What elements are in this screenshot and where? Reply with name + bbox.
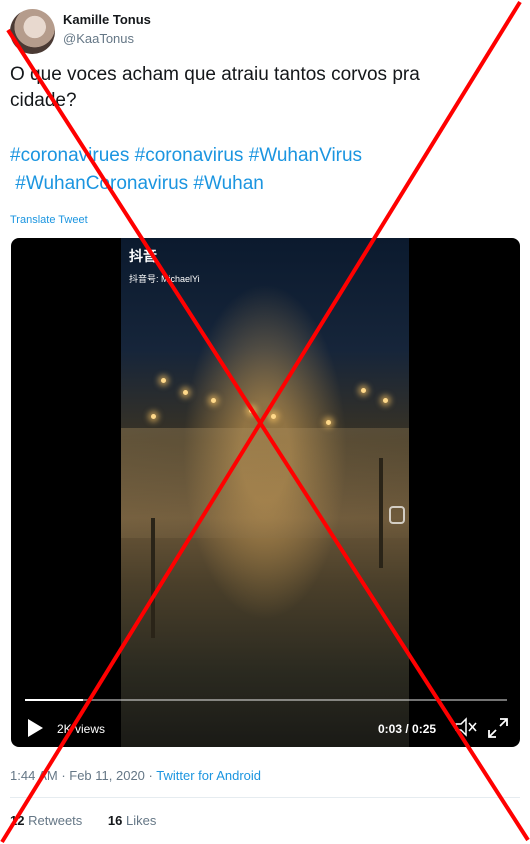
meta-separator: · (144, 768, 157, 783)
user-name[interactable]: Kamille Tonus (63, 12, 151, 27)
retweets-count: 12 (10, 813, 25, 828)
video-player[interactable]: 抖音 抖音号: MichaelYi 2K views 0:03 / 0:25 (11, 238, 520, 747)
tweet-stats: 12 Retweets 16 Likes (10, 813, 178, 828)
volume-muted-icon[interactable] (455, 717, 477, 737)
tiktok-logo: 抖音 (129, 248, 157, 264)
street-light (326, 420, 331, 425)
street-light (211, 398, 216, 403)
progress-fill (25, 699, 83, 701)
road-scene (121, 428, 409, 538)
street-light (161, 378, 166, 383)
play-icon[interactable] (25, 718, 45, 738)
tweet-source-link[interactable]: Twitter for Android (156, 768, 261, 783)
tiktok-id: 抖音号: MichaelYi (129, 274, 200, 284)
hashtag-list: #coronavirues #coronavirus #WuhanVirus #… (10, 142, 490, 198)
tree (379, 458, 383, 568)
tweet-meta: 1:44 AM · Feb 11, 2020 · Twitter for And… (10, 768, 261, 783)
street-light (151, 414, 156, 419)
progress-bar[interactable] (25, 699, 507, 701)
tiktok-watermark-icon (389, 506, 405, 524)
street-light (271, 414, 276, 419)
translate-tweet-link[interactable]: Translate Tweet (10, 214, 88, 226)
hashtag-link[interactable]: #coronavirues (10, 145, 129, 166)
street-light (383, 398, 388, 403)
hashtag-link[interactable]: #WuhanCoronavirus (15, 173, 188, 194)
view-count: 2K views (57, 722, 106, 736)
likes-count: 16 (107, 813, 123, 828)
user-handle[interactable]: @KaaTonus (63, 31, 134, 46)
video-frame: 抖音 抖音号: MichaelYi (121, 238, 409, 747)
street-light (361, 388, 366, 393)
divider (10, 797, 520, 798)
tree (151, 518, 155, 638)
hashtag-link[interactable]: #Wuhan (193, 173, 263, 194)
avatar[interactable] (10, 9, 55, 54)
street-light (183, 390, 188, 395)
hashtag-link[interactable]: #coronavirus (135, 145, 244, 166)
video-time: 0:03 / 0:25 (378, 722, 437, 736)
tweet-text: O que voces acham que atraiu tantos corv… (10, 64, 420, 111)
tweet-time[interactable]: 1:44 AM (10, 768, 58, 783)
likes-label: Likes (126, 813, 157, 828)
street-light (249, 408, 254, 413)
retweets-label: Retweets (28, 813, 83, 828)
meta-separator: · (57, 768, 70, 783)
tweet-date[interactable]: Feb 11, 2020 (69, 768, 145, 783)
hashtag-link[interactable]: #WuhanVirus (249, 145, 362, 166)
retweets-stat[interactable]: 12 Retweets (10, 813, 82, 828)
likes-stat[interactable]: 16 Likes (108, 813, 156, 828)
fullscreen-icon[interactable] (487, 717, 509, 739)
